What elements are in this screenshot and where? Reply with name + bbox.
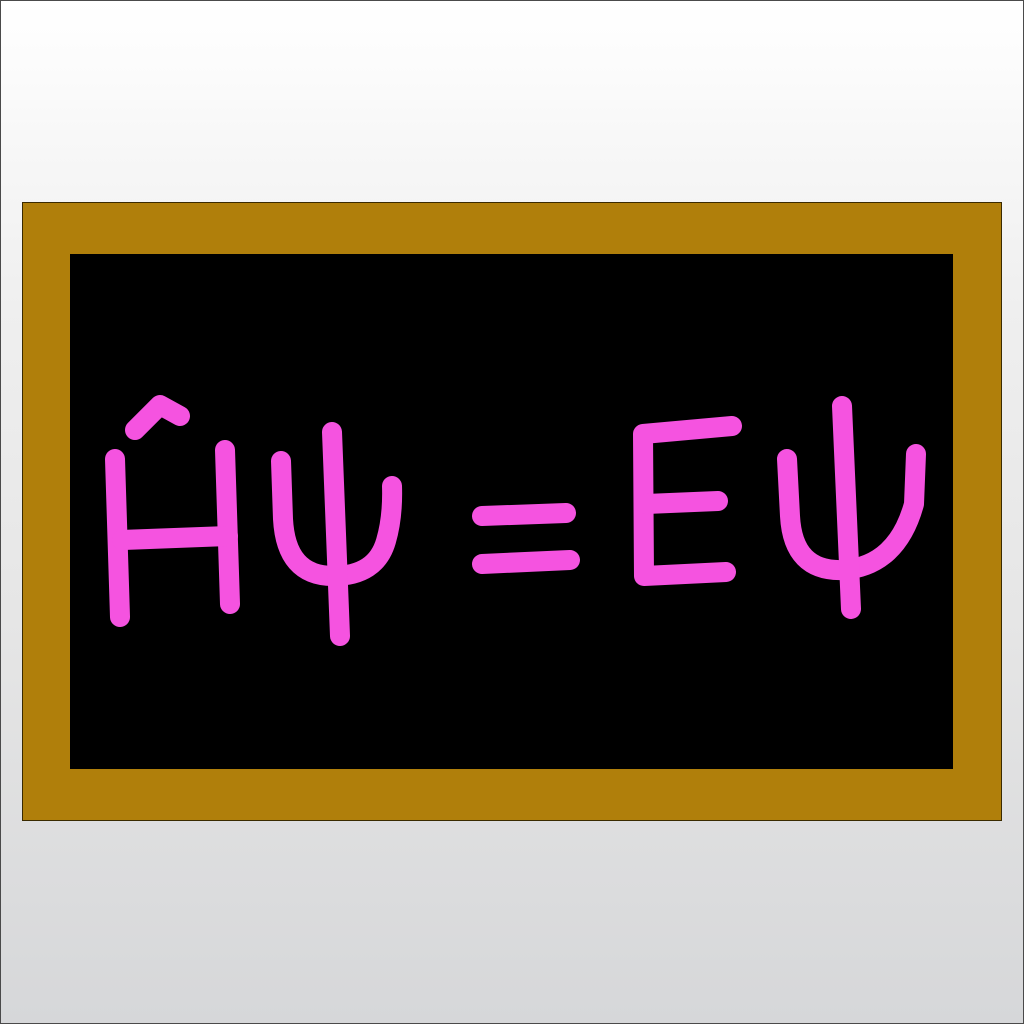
letter-e	[633, 416, 742, 586]
chalkboard: Ĥψ = Eψ	[70, 254, 953, 769]
equals-sign	[472, 503, 580, 574]
equation-drawing	[105, 395, 926, 646]
hat-accent	[125, 395, 190, 440]
chalkboard-frame: Ĥψ = Eψ	[22, 202, 1002, 821]
psi-symbol-2	[777, 396, 926, 619]
psi-symbol-1	[271, 422, 403, 646]
letter-h	[105, 440, 240, 627]
